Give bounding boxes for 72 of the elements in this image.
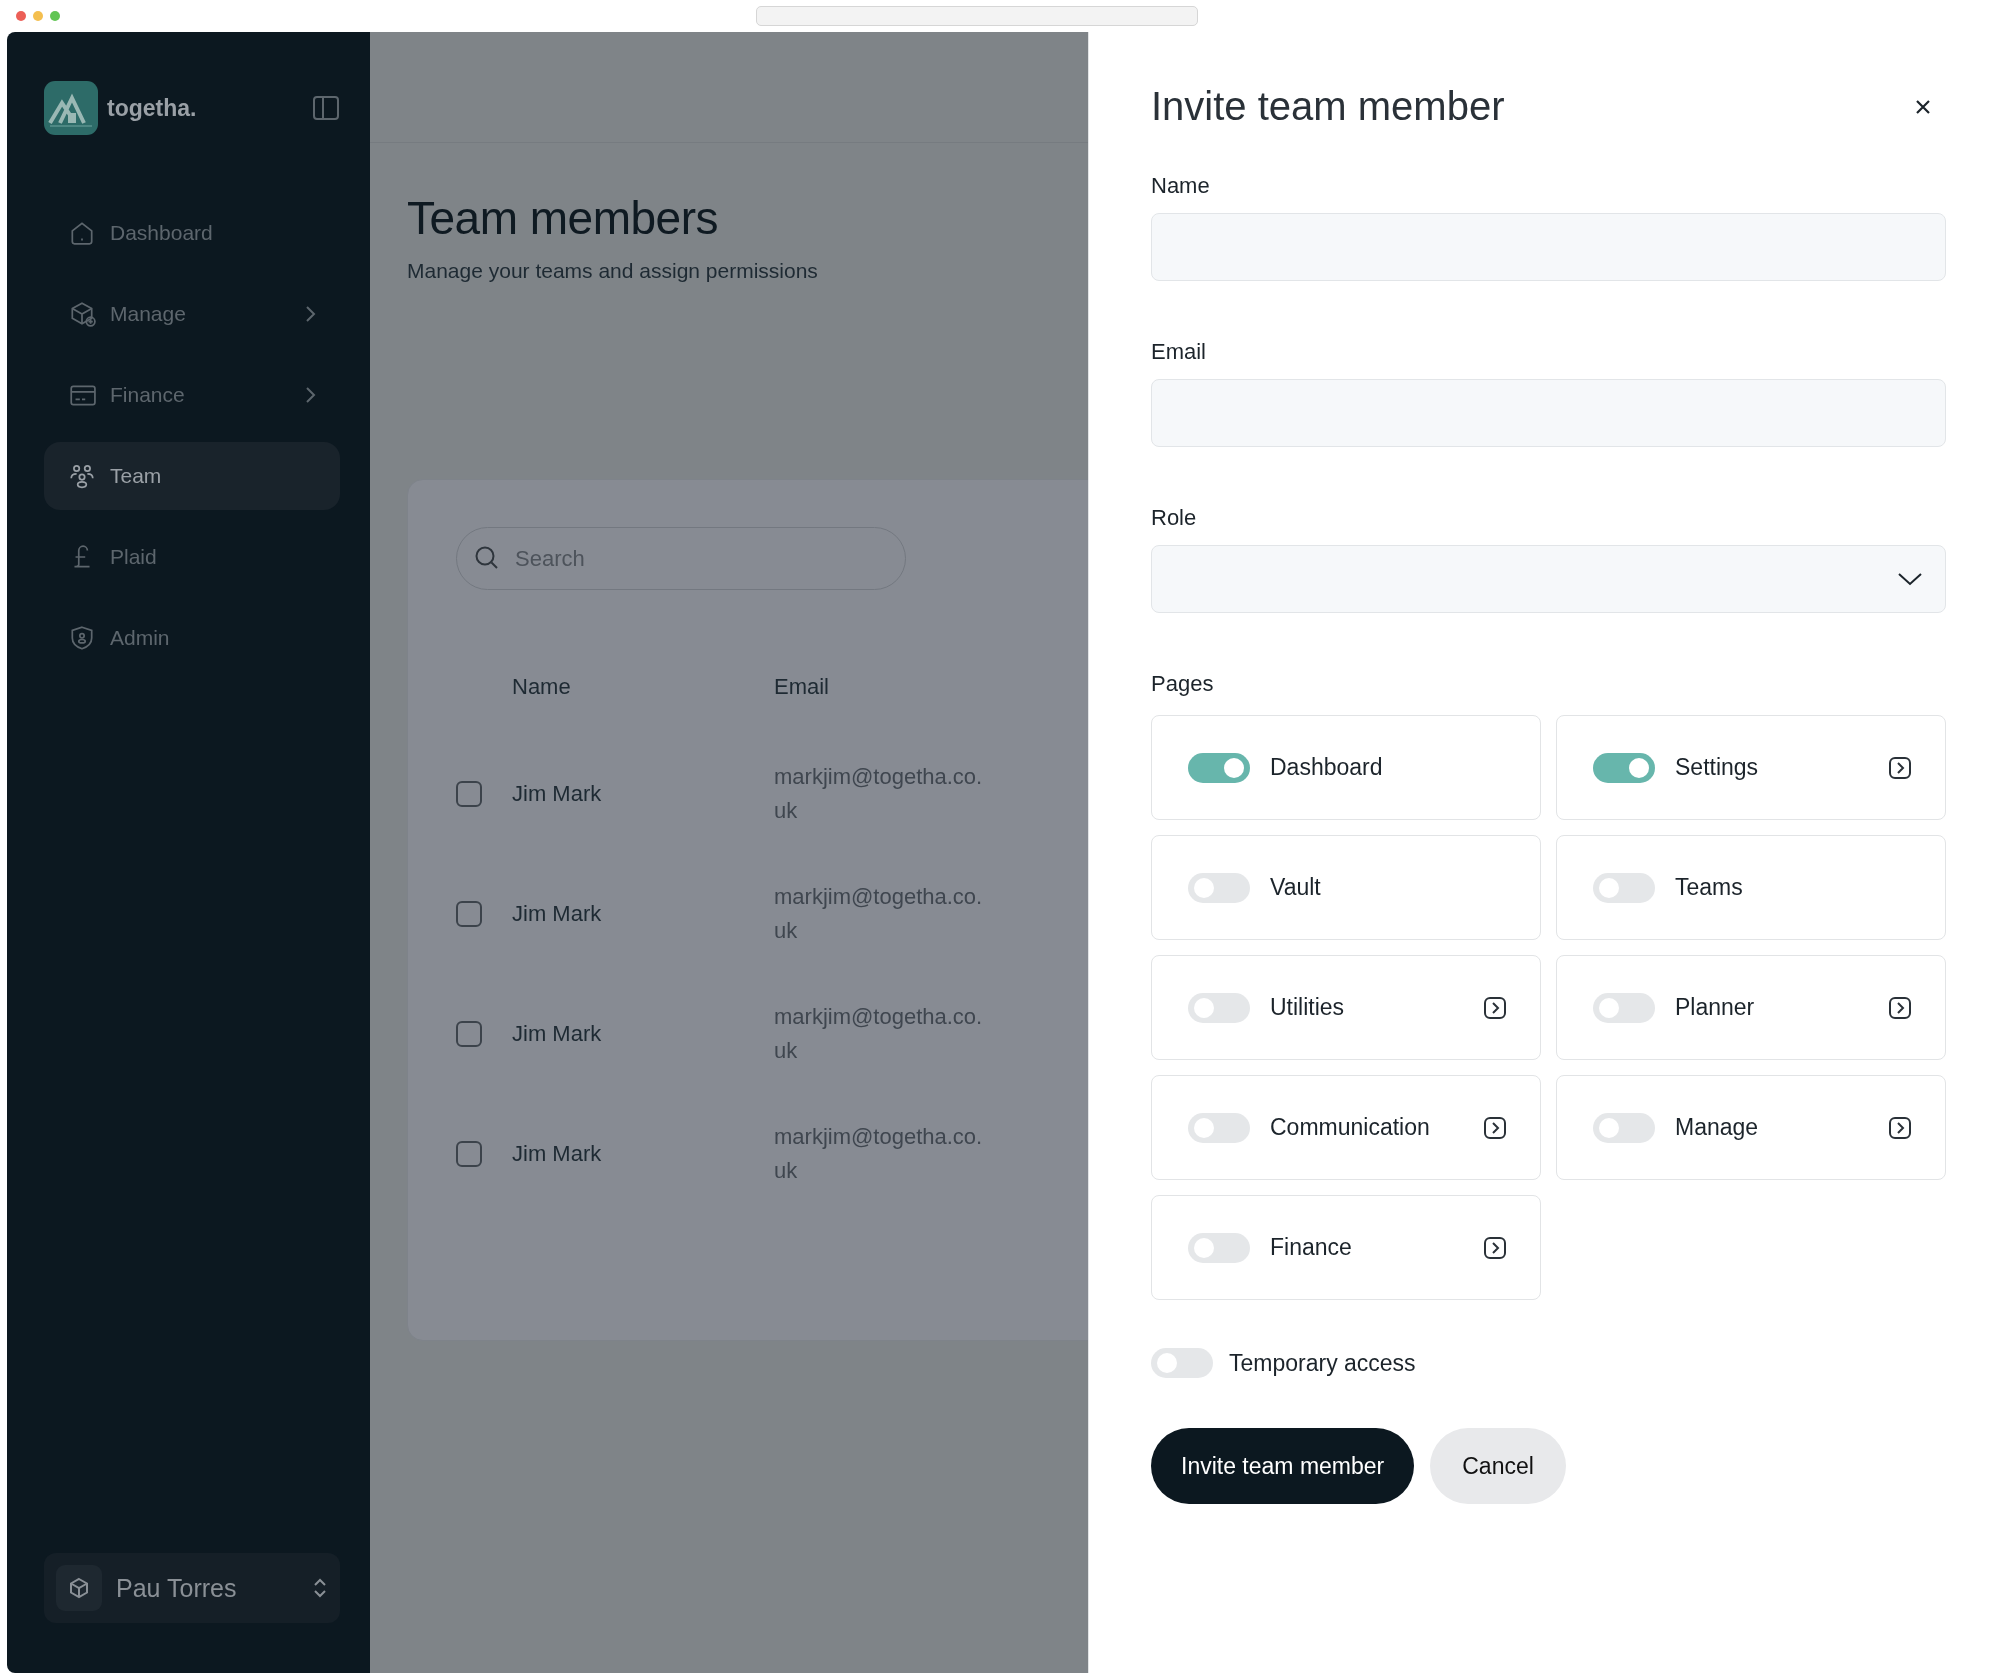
member-email: markjim@togetha.co.uk	[774, 1123, 984, 1185]
toggle-switch[interactable]	[1188, 1232, 1250, 1263]
member-name: Jim Mark	[512, 781, 602, 807]
people-icon	[68, 462, 96, 490]
sidebar-item[interactable]: Dashboard	[44, 199, 340, 267]
dialog-title: Invite team member	[1151, 84, 1505, 129]
page-title: Team members	[407, 191, 719, 245]
member-name: Jim Mark	[512, 1021, 602, 1047]
page-label: Utilities	[1270, 994, 1345, 1021]
field-label: Pages	[1151, 671, 1215, 697]
chevron-right-square-icon[interactable]	[1888, 755, 1912, 780]
page-subtitle: Manage your teams and assign permissions	[407, 259, 819, 283]
column-header: Name	[512, 674, 571, 700]
page-label: Manage	[1675, 1114, 1759, 1141]
shield-icon	[68, 624, 96, 652]
search-field[interactable]: Search	[456, 527, 906, 590]
text-field[interactable]	[1151, 213, 1946, 281]
member-email: markjim@togetha.co.uk	[774, 883, 984, 945]
member-email: markjim@togetha.co.uk	[774, 763, 984, 825]
box-plus-icon	[68, 300, 96, 328]
row-checkbox[interactable]	[456, 901, 482, 927]
page-label: Settings	[1675, 754, 1759, 781]
logo-text: togetha.	[107, 94, 197, 122]
sidebar-toggle-icon[interactable]	[312, 94, 340, 122]
sidebar-item[interactable]: Team	[44, 442, 340, 510]
cancel-button[interactable]: Cancel	[1430, 1428, 1566, 1504]
role-dropdown[interactable]	[1151, 545, 1946, 613]
avatar-icon	[56, 1565, 102, 1611]
page-label: Communication	[1270, 1114, 1430, 1141]
chevron-right-square-icon[interactable]	[1888, 1115, 1912, 1140]
field-label: Name	[1151, 173, 1211, 199]
toggle-switch[interactable]	[1593, 752, 1655, 783]
member-name: Jim Mark	[512, 901, 602, 927]
page-label: Teams	[1675, 874, 1743, 901]
page-label: Vault	[1270, 874, 1321, 901]
user-switcher[interactable]: Pau Torres	[44, 1553, 340, 1623]
window-controls-icon[interactable]	[16, 11, 60, 21]
page-label: Finance	[1270, 1234, 1352, 1261]
toggle-switch[interactable]	[1593, 1112, 1655, 1143]
toggle-switch[interactable]	[1188, 872, 1250, 903]
chevron-down-icon	[1897, 571, 1923, 587]
field-label: Role	[1151, 505, 1198, 531]
sidebar-item[interactable]: Finance	[44, 361, 340, 429]
toggle-switch[interactable]	[1593, 872, 1655, 903]
chevron-updown-icon	[312, 1576, 328, 1600]
chevron-right-square-icon[interactable]	[1483, 1235, 1507, 1260]
text-field[interactable]	[1151, 379, 1946, 447]
chevron-right-square-icon[interactable]	[1483, 995, 1507, 1020]
address-bar[interactable]	[756, 6, 1198, 26]
logo-icon	[44, 81, 98, 135]
row-checkbox[interactable]	[456, 781, 482, 807]
column-header: Email	[774, 674, 829, 700]
sidebar-item[interactable]: Plaid	[44, 523, 340, 591]
search-icon	[474, 545, 500, 571]
row-checkbox[interactable]	[456, 1021, 482, 1047]
toggle-switch[interactable]	[1188, 992, 1250, 1023]
invite-button[interactable]: Invite team member	[1151, 1428, 1415, 1504]
page-label: Dashboard	[1270, 754, 1383, 781]
sidebar-item[interactable]: Admin	[44, 604, 340, 672]
chevron-right-square-icon[interactable]	[1483, 1115, 1507, 1140]
field-label: Email	[1151, 339, 1207, 365]
member-name: Jim Mark	[512, 1141, 602, 1167]
toggle-switch[interactable]	[1593, 992, 1655, 1023]
toggle-switch[interactable]	[1151, 1348, 1213, 1378]
chevron-right-square-icon[interactable]	[1888, 995, 1912, 1020]
toggle-switch[interactable]	[1188, 752, 1250, 783]
row-checkbox[interactable]	[456, 1141, 482, 1167]
sidebar-item[interactable]: Manage	[44, 280, 340, 348]
toggle-switch[interactable]	[1188, 1112, 1250, 1143]
page-label: Planner	[1675, 994, 1755, 1021]
member-email: markjim@togetha.co.uk	[774, 1003, 984, 1065]
toggle-label: Temporary access	[1229, 1349, 1416, 1377]
